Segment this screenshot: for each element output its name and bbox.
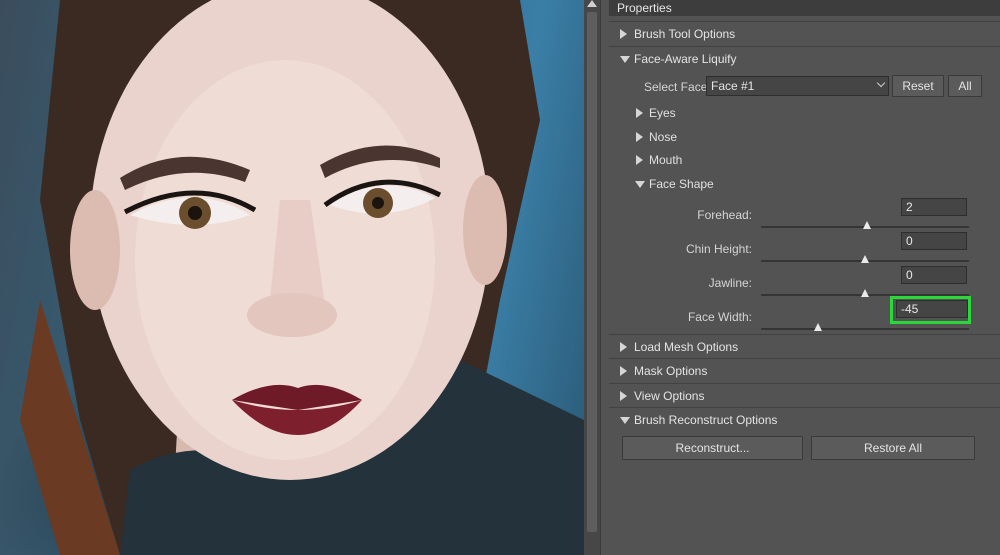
subsection-nose[interactable]: Nose [629,128,829,148]
section-label: Face-Aware Liquify [634,52,737,66]
panel-title: Properties [617,1,672,15]
triangle-right-icon [620,29,627,39]
reset-button[interactable]: Reset [892,75,944,97]
chin-height-label: Chin Height: [685,242,752,256]
face-width-highlight [890,296,971,324]
subsection-label: Eyes [649,106,676,120]
forehead-slider-thumb[interactable] [863,221,871,229]
forehead-input[interactable]: 2 [901,198,967,216]
scroll-thumb[interactable] [587,12,597,532]
select-face-label: Select Face: [644,80,711,94]
select-face-value: Face #1 [711,79,755,93]
triangle-right-icon [636,108,643,118]
section-face-aware-liquify[interactable]: Face-Aware Liquify [609,46,1000,70]
subsection-face-shape[interactable]: Face Shape [629,175,829,195]
chin-height-slider-thumb[interactable] [861,255,869,263]
triangle-down-icon [635,181,645,188]
section-brush-tool-options[interactable]: Brush Tool Options [609,21,1000,45]
reconstruct-button[interactable]: Reconstruct... [622,436,803,460]
subsection-mouth[interactable]: Mouth [629,151,829,171]
image-canvas[interactable] [0,0,584,555]
all-button[interactable]: All [948,75,982,97]
section-label: View Options [634,389,705,403]
triangle-right-icon [620,366,627,376]
section-brush-reconstruct-options[interactable]: Brush Reconstruct Options [609,407,1000,431]
subsection-label: Face Shape [649,177,714,191]
forehead-label: Forehead: [697,208,752,222]
triangle-down-icon [620,417,630,424]
face-width-slider-thumb[interactable] [814,323,822,331]
jawline-slider-thumb[interactable] [861,289,869,297]
jawline-input[interactable]: 0 [901,266,967,284]
scroll-up-icon[interactable] [587,0,597,7]
panel-header: Properties [609,0,1000,16]
section-label: Load Mesh Options [634,340,739,354]
chin-height-input[interactable]: 0 [901,232,967,250]
section-view-options[interactable]: View Options [609,383,1000,407]
jawline-label: Jawline: [708,276,752,290]
triangle-right-icon [620,391,627,401]
canvas-scrollbar[interactable] [584,0,600,555]
restore-all-button[interactable]: Restore All [811,436,975,460]
section-load-mesh-options[interactable]: Load Mesh Options [609,334,1000,358]
subsection-label: Nose [649,130,678,144]
subsection-eyes[interactable]: Eyes [629,104,829,124]
portrait-photo [20,0,584,555]
triangle-down-icon [620,56,630,63]
subsection-label: Mouth [649,153,683,167]
select-face-dropdown[interactable]: Face #1 [706,76,889,96]
triangle-right-icon [636,132,643,142]
triangle-right-icon [620,342,627,352]
section-label: Mask Options [634,364,708,378]
properties-panel: Properties Brush Tool Options Face-Aware… [600,0,1000,555]
face-width-slider-track[interactable] [761,328,969,330]
section-mask-options[interactable]: Mask Options [609,358,1000,382]
section-label: Brush Reconstruct Options [634,413,778,427]
triangle-right-icon [636,155,643,165]
chevron-down-icon [876,78,886,88]
face-width-label: Face Width: [687,310,752,324]
section-label: Brush Tool Options [634,27,736,41]
